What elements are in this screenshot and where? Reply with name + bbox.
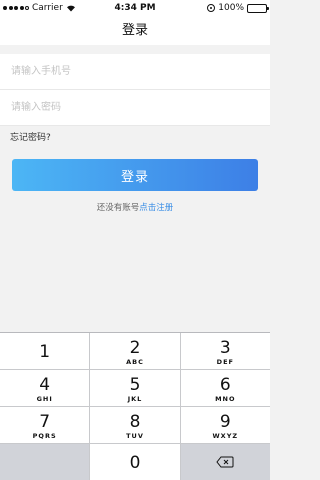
password-input[interactable] [0,90,270,125]
status-bar: Carrier 4:34 PM 100% [0,0,270,16]
key-8[interactable]: 8 TUV [90,407,181,444]
keyboard-row-4: 0 [0,444,270,480]
key-5[interactable]: 5 JKL [90,370,181,407]
orientation-lock-icon [207,4,216,12]
no-account-text: 还没有账号 [96,203,140,213]
phone-field-container [0,54,270,90]
status-right: 100% [207,3,269,13]
key-4[interactable]: 4 GHI [0,370,91,407]
key-0[interactable]: 0 [90,444,181,480]
keyboard-row-2: 4 GHI 5 JKL 6 MNO [0,370,270,407]
phone-input[interactable] [0,54,270,89]
key-3[interactable]: 3 DEF [180,333,270,370]
key-1[interactable]: 1 [0,333,91,370]
key-9[interactable]: 9 WXYZ [180,407,270,444]
keyboard-row-1: 1 2 ABC 3 DEF [0,333,270,370]
login-button[interactable]: 登录 [12,159,258,191]
key-7[interactable]: 7 PQRS [0,407,91,444]
numeric-keyboard: 1 2 ABC 3 DEF 4 GHI 5 JKL 6 MNO 7 PQRS 8 [0,332,270,480]
battery-icon [247,3,269,13]
battery-percent: 100% [218,3,244,13]
keyboard-row-3: 7 PQRS 8 TUV 9 WXYZ [0,407,270,444]
forgot-password-link[interactable]: 忘记密码? [10,130,51,143]
backspace-icon [216,456,234,468]
key-blank [0,444,91,480]
nav-bar: 登录 [0,16,270,45]
page-title: 登录 [121,23,148,38]
register-link[interactable]: 点击注册 [139,203,173,213]
register-row: 还没有账号点击注册 [0,201,270,213]
key-6[interactable]: 6 MNO [180,370,270,407]
key-delete[interactable] [180,444,270,480]
key-2[interactable]: 2 ABC [90,333,181,370]
password-field-container [0,90,270,126]
